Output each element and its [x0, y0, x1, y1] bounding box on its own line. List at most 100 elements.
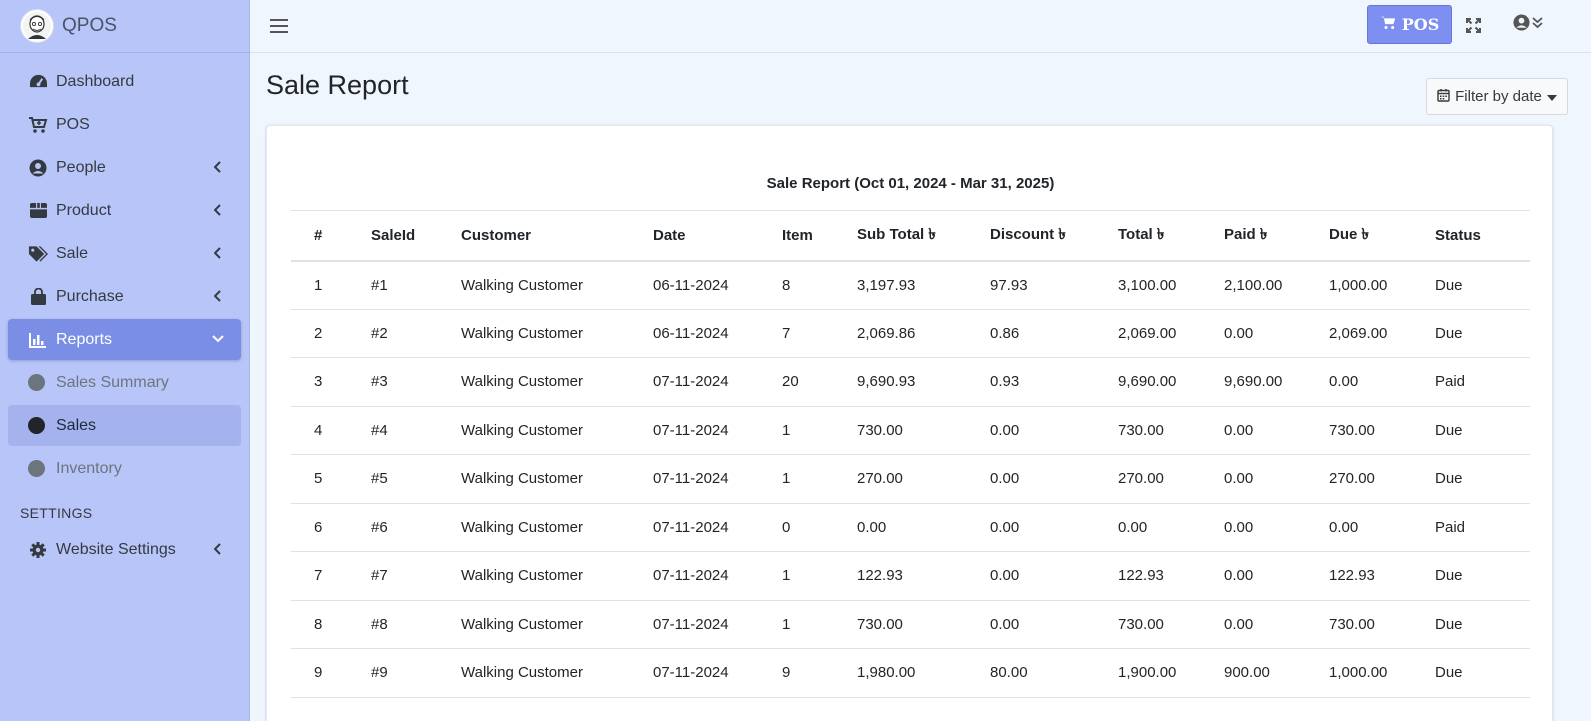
calendar-icon	[1437, 88, 1450, 106]
column-header-sale-id: SaleId	[371, 226, 416, 244]
column-header-sub-total: Sub Total ৳	[857, 225, 936, 243]
cell-customer: Walking Customer	[461, 664, 583, 682]
sidebar-item-sale[interactable]: Sale	[8, 233, 241, 274]
cart-plus-icon	[28, 115, 48, 135]
sidebar-item-website-settings[interactable]: Website Settings	[8, 529, 241, 570]
cell-date: 07-11-2024	[653, 664, 729, 682]
column-header-total: Total ৳	[1118, 225, 1165, 243]
cell-sale-id: #6	[371, 518, 388, 536]
cell-total: 2,069.00	[1118, 324, 1177, 342]
cell-index: 6	[314, 518, 323, 536]
cell-due: 1,000.00	[1329, 664, 1388, 682]
sidebar-item-purchase[interactable]: Purchase	[8, 276, 241, 317]
top-navbar: POS	[250, 0, 1591, 53]
table-body: 1 #1 Walking Customer 06-11-2024 8 3,197…	[291, 261, 1530, 697]
cell-sub-total: 1,980.00	[857, 664, 916, 682]
sidebar-subitem-label: Sales Summary	[56, 373, 169, 391]
cell-paid: 0.00	[1224, 567, 1254, 585]
column-header-customer: Customer	[461, 226, 532, 244]
table-row: 4 #4 Walking Customer 07-11-2024 1 730.0…	[291, 406, 1530, 455]
cell-sale-id: #3	[371, 373, 388, 391]
sidebar-item-pos[interactable]: POS	[8, 104, 241, 145]
cell-date: 07-11-2024	[653, 421, 729, 439]
cell-total: 9,690.00	[1118, 373, 1177, 391]
filter-by-date-button[interactable]: Filter by date	[1426, 78, 1568, 115]
table-row: 6 #6 Walking Customer 07-11-2024 0 0.00 …	[291, 503, 1530, 552]
sidebar: QPOS Dashboard POS People Product Sale P…	[0, 0, 250, 721]
cell-due: 2,069.00	[1329, 324, 1388, 342]
cell-sub-total: 0.00	[857, 518, 887, 536]
cell-status: Due	[1435, 615, 1463, 633]
fullscreen-expand-icon[interactable]	[1463, 15, 1483, 35]
cell-date: 07-11-2024	[653, 373, 729, 391]
table-row: 2 #2 Walking Customer 06-11-2024 7 2,069…	[291, 309, 1530, 358]
cell-paid: 0.00	[1224, 470, 1254, 488]
sidebar-subitem-sales[interactable]: Sales	[8, 405, 241, 446]
cell-status: Due	[1435, 421, 1463, 439]
cell-due: 1,000.00	[1329, 276, 1388, 294]
table-row: 9 #9 Walking Customer 07-11-2024 9 1,980…	[291, 649, 1530, 697]
sidebar-item-reports[interactable]: Reports	[8, 319, 241, 360]
tags-icon	[28, 244, 48, 264]
cell-due: 730.00	[1329, 615, 1375, 633]
cell-sub-total: 730.00	[857, 421, 903, 439]
cell-due: 270.00	[1329, 470, 1375, 488]
cell-index: 8	[314, 615, 323, 633]
cell-item: 20	[782, 373, 799, 391]
sidebar-item-label: Purchase	[56, 287, 124, 305]
table-row: 3 #3 Walking Customer 07-11-2024 20 9,69…	[291, 358, 1530, 406]
cell-index: 3	[314, 373, 323, 391]
cell-status: Due	[1435, 324, 1463, 342]
sidebar-item-label: Product	[56, 201, 112, 219]
brand[interactable]: QPOS	[0, 0, 249, 53]
cell-paid: 2,100.00	[1224, 276, 1283, 294]
sidebar-item-people[interactable]: People	[8, 147, 241, 188]
caret-down-icon	[1546, 88, 1557, 105]
cell-status: Paid	[1435, 373, 1466, 391]
cell-item: 0	[782, 518, 791, 536]
box-icon	[28, 201, 48, 221]
cell-discount: 0.00	[990, 518, 1020, 536]
cell-discount: 80.00	[990, 664, 1028, 682]
sidebar-subitem-sales-summary[interactable]: Sales Summary	[8, 362, 241, 403]
cart-icon	[1380, 15, 1397, 34]
filter-button-label: Filter by date	[1455, 88, 1542, 105]
cell-status: Due	[1435, 470, 1463, 488]
hamburger-menu-icon[interactable]	[270, 15, 288, 37]
sidebar-item-product[interactable]: Product	[8, 190, 241, 231]
cell-index: 5	[314, 470, 323, 488]
cell-date: 06-11-2024	[653, 276, 729, 294]
sale-report-table: # SaleId Customer Date Item Sub Total ৳ …	[291, 210, 1530, 698]
cell-index: 1	[314, 276, 323, 294]
settings-header: SETTINGS	[20, 505, 93, 521]
cell-discount: 0.86	[990, 324, 1020, 342]
column-header-discount: Discount ৳	[990, 225, 1066, 243]
table-row: 8 #8 Walking Customer 07-11-2024 1 730.0…	[291, 600, 1530, 649]
column-header-date: Date	[653, 226, 686, 244]
table-row: 7 #7 Walking Customer 07-11-2024 1 122.9…	[291, 552, 1530, 600]
sidebar-item-label: People	[56, 158, 106, 176]
cell-sub-total: 2,069.86	[857, 324, 916, 342]
cell-discount: 97.93	[990, 276, 1028, 294]
chevron-left-icon	[211, 203, 225, 217]
cell-customer: Walking Customer	[461, 470, 583, 488]
cell-paid: 0.00	[1224, 518, 1254, 536]
cell-customer: Walking Customer	[461, 421, 583, 439]
pos-button[interactable]: POS	[1367, 5, 1452, 44]
cell-index: 9	[314, 664, 323, 682]
cell-customer: Walking Customer	[461, 518, 583, 536]
sidebar-item-dashboard[interactable]: Dashboard	[8, 61, 241, 102]
circle-icon	[28, 417, 45, 434]
page-title: Sale Report	[266, 70, 409, 100]
cell-discount: 0.00	[990, 615, 1020, 633]
cell-due: 0.00	[1329, 518, 1359, 536]
cell-total: 0.00	[1118, 518, 1148, 536]
cell-customer: Walking Customer	[461, 324, 583, 342]
cell-sale-id: #2	[371, 324, 388, 342]
cell-sale-id: #4	[371, 421, 388, 439]
sidebar-subitem-inventory[interactable]: Inventory	[8, 448, 241, 489]
cell-paid: 0.00	[1224, 421, 1254, 439]
cell-due: 730.00	[1329, 421, 1375, 439]
user-menu-button[interactable]	[1513, 14, 1547, 36]
sidebar-nav: Dashboard POS People Product Sale Purcha…	[0, 53, 249, 570]
